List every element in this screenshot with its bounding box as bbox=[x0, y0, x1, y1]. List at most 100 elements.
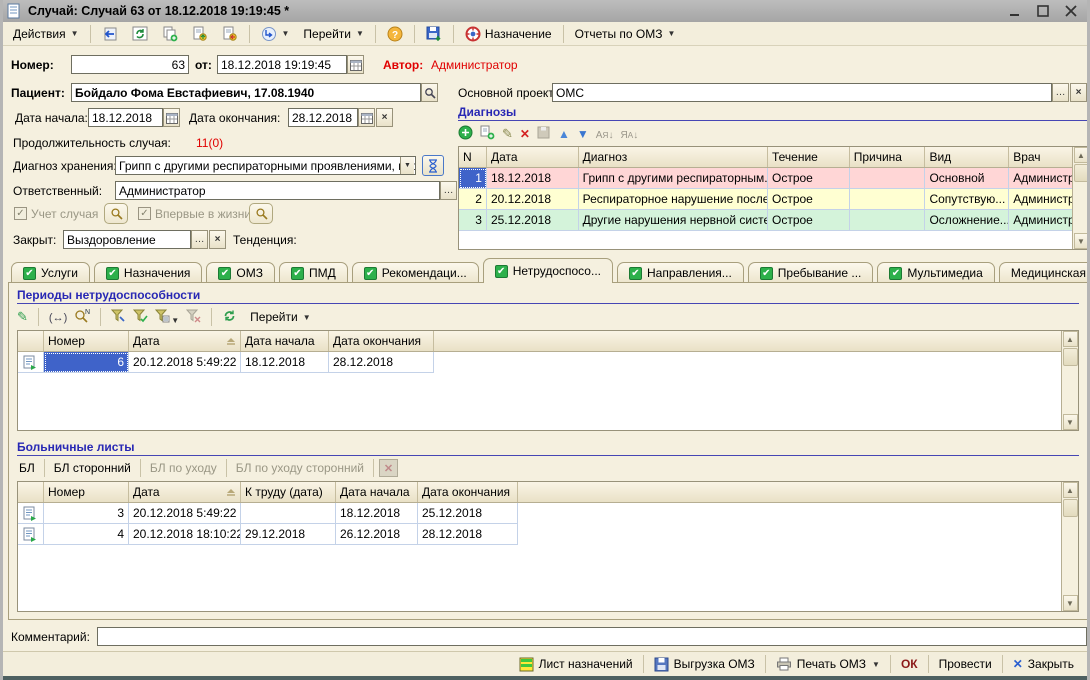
goto-button[interactable]: Перейти▼ bbox=[297, 23, 369, 44]
maximize-button[interactable] bbox=[1034, 3, 1052, 19]
close-form-button[interactable]: ✕Закрыть bbox=[1006, 657, 1081, 671]
scroll-down-icon[interactable]: ▼ bbox=[1063, 414, 1078, 430]
save-omz-button[interactable] bbox=[420, 23, 448, 44]
tab-napravleniya[interactable]: ✔Направления... bbox=[617, 262, 744, 283]
copy-row-button[interactable] bbox=[480, 125, 495, 143]
periods-goto-button[interactable]: Перейти▼ bbox=[244, 308, 316, 327]
help-button[interactable]: ? bbox=[381, 23, 409, 44]
column-header[interactable]: Диагноз bbox=[579, 147, 768, 167]
date-end-input[interactable]: 28.12.2018 bbox=[288, 108, 358, 127]
move-down-button[interactable]: ▼ bbox=[577, 127, 589, 141]
assignment-button[interactable]: Назначение bbox=[459, 23, 558, 44]
project-choose-button[interactable]: … bbox=[1052, 83, 1069, 102]
project-input[interactable]: ОМС bbox=[552, 83, 1052, 102]
first-time-search-button[interactable] bbox=[249, 203, 273, 224]
tab-multimedia[interactable]: ✔Мультимедиа bbox=[877, 262, 994, 283]
bl-button[interactable]: БЛ bbox=[13, 458, 41, 478]
patient-input[interactable]: Бойдало Фома Евстафиевич, 17.08.1940 bbox=[71, 83, 421, 102]
tab-medicinskaya-pomosch[interactable]: Медицинская по... bbox=[999, 262, 1090, 283]
edit-row-button[interactable]: ✎ bbox=[17, 309, 28, 325]
omz-reports-button[interactable]: Отчеты по ОМЗ▼ bbox=[569, 23, 682, 44]
calendar-button[interactable] bbox=[358, 108, 375, 127]
table-row[interactable]: 2 20.12.2018 Респираторное нарушение пос… bbox=[459, 189, 1072, 210]
first-time-checkbox[interactable]: ✓ bbox=[138, 207, 151, 220]
closed-input[interactable]: Выздоровление bbox=[63, 230, 191, 249]
patient-search-button[interactable] bbox=[421, 83, 438, 102]
subordination-button[interactable]: ▼ bbox=[255, 23, 296, 44]
tab-rekomendacii[interactable]: ✔Рекомендаци... bbox=[352, 262, 479, 283]
date-start-input[interactable]: 18.12.2018 bbox=[88, 108, 163, 127]
column-header[interactable]: Дата начала bbox=[241, 331, 329, 351]
diagnosis-dropdown-button[interactable]: ▼ bbox=[400, 157, 414, 174]
comment-input[interactable] bbox=[97, 627, 1087, 646]
tab-naznacheniya[interactable]: ✔Назначения bbox=[94, 262, 203, 283]
closed-choose-button[interactable]: … bbox=[191, 230, 208, 249]
tab-netrudosposobnost[interactable]: ✔Нетрудоспосо... bbox=[483, 258, 613, 283]
column-header[interactable]: Номер bbox=[44, 331, 129, 351]
scroll-up-icon[interactable]: ▲ bbox=[1063, 482, 1078, 498]
scrollbar-vertical[interactable]: ▲ ▼ bbox=[1072, 147, 1089, 249]
column-header[interactable]: Дата окончания bbox=[329, 331, 434, 351]
fit-width-button[interactable]: (↔) bbox=[49, 310, 67, 324]
unpost-document-button[interactable] bbox=[216, 23, 244, 44]
tab-omz[interactable]: ✔ОМЗ bbox=[206, 262, 275, 283]
column-header[interactable]: Дата bbox=[129, 331, 241, 351]
column-header[interactable]: К труду (дата) bbox=[241, 482, 336, 502]
assignment-sheet-button[interactable]: Лист назначений bbox=[512, 657, 640, 672]
bl-care-button[interactable]: БЛ по уходу bbox=[144, 458, 223, 478]
scroll-thumb[interactable] bbox=[1063, 348, 1078, 366]
filter-on-button[interactable] bbox=[133, 309, 148, 326]
column-header[interactable]: Вид bbox=[925, 147, 1009, 167]
tab-pmd[interactable]: ✔ПМД bbox=[279, 262, 348, 283]
tab-prebyvanie[interactable]: ✔Пребывание ... bbox=[748, 262, 874, 283]
delete-row-button[interactable]: ✕ bbox=[520, 127, 530, 141]
from-date-input[interactable]: 18.12.2018 19:19:45 bbox=[217, 55, 347, 74]
save-row-button[interactable] bbox=[537, 126, 551, 143]
scrollbar-vertical[interactable]: ▲ ▼ bbox=[1061, 331, 1078, 430]
calendar-button[interactable] bbox=[163, 108, 180, 127]
column-header[interactable]: Дата начала bbox=[336, 482, 418, 502]
column-header[interactable]: Номер bbox=[44, 482, 129, 502]
clear-filter-button[interactable] bbox=[186, 309, 201, 326]
responsible-choose-button[interactable]: … bbox=[440, 181, 457, 200]
refresh-button[interactable] bbox=[126, 23, 154, 44]
scroll-down-icon[interactable]: ▼ bbox=[1063, 595, 1078, 611]
table-row[interactable]: 3 20.12.2018 5:49:22 18.12.2018 25.12.20… bbox=[18, 503, 1061, 524]
scrollbar-vertical[interactable]: ▲ ▼ bbox=[1061, 482, 1078, 611]
scroll-down-icon[interactable]: ▼ bbox=[1074, 233, 1089, 249]
edit-row-button[interactable]: ✎ bbox=[502, 126, 513, 142]
reread-button[interactable] bbox=[96, 23, 124, 44]
column-header[interactable]: Дата bbox=[487, 147, 579, 167]
scroll-up-icon[interactable]: ▲ bbox=[1063, 331, 1078, 347]
column-header[interactable]: Дата bbox=[129, 482, 241, 502]
upload-omz-button[interactable]: Выгрузка ОМЗ bbox=[647, 657, 762, 672]
actions-button[interactable]: Действия▼ bbox=[7, 23, 85, 44]
case-account-search-button[interactable] bbox=[104, 203, 128, 224]
table-row[interactable]: 4 20.12.2018 18:10:22 29.12.2018 26.12.2… bbox=[18, 524, 1061, 545]
filter-by-value-button[interactable]: ▼ bbox=[155, 309, 179, 326]
column-header[interactable]: Причина bbox=[850, 147, 926, 167]
calendar-button[interactable] bbox=[347, 55, 364, 74]
ok-button[interactable]: ОК bbox=[894, 657, 925, 671]
tab-uslugi[interactable]: ✔Услуги bbox=[11, 262, 90, 283]
print-omz-button[interactable]: Печать ОМЗ▼ bbox=[769, 657, 887, 671]
close-button[interactable] bbox=[1062, 3, 1080, 19]
scroll-thumb[interactable] bbox=[1063, 499, 1078, 517]
case-account-checkbox[interactable]: ✓ bbox=[14, 207, 27, 220]
table-row[interactable]: 3 25.12.2018 Другие нарушения нервной си… bbox=[459, 210, 1072, 231]
bl-external-button[interactable]: БЛ сторонний bbox=[48, 458, 137, 478]
table-row[interactable]: 6 20.12.2018 5:49:22 18.12.2018 28.12.20… bbox=[18, 352, 1061, 373]
closed-clear-button[interactable]: × bbox=[209, 230, 226, 249]
sort-desc-button[interactable]: ЯА↓ bbox=[620, 127, 638, 141]
date-end-clear-button[interactable]: × bbox=[376, 108, 393, 127]
responsible-input[interactable]: Администратор bbox=[115, 181, 440, 200]
add-row-button[interactable] bbox=[458, 125, 473, 143]
table-row[interactable]: 1 18.12.2018 Грипп с другими респираторн… bbox=[459, 168, 1072, 189]
move-up-button[interactable]: ▲ bbox=[558, 127, 570, 141]
copy-button[interactable] bbox=[156, 23, 184, 44]
column-header[interactable]: Врач bbox=[1009, 147, 1072, 167]
filter-settings-button[interactable] bbox=[111, 309, 126, 326]
find-number-button[interactable]: N bbox=[74, 308, 90, 326]
diagnosis-history-button[interactable] bbox=[422, 155, 444, 176]
post-document-button[interactable] bbox=[186, 23, 214, 44]
